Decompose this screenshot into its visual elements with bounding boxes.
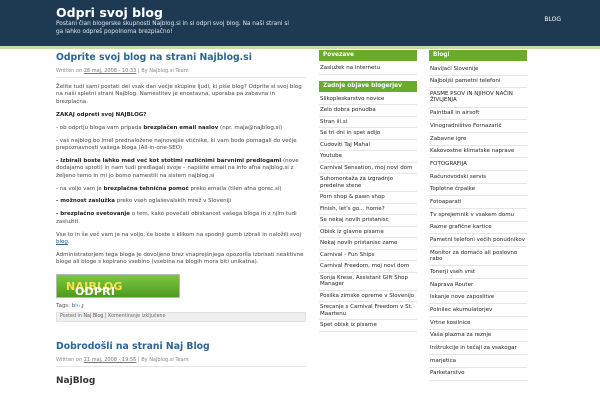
post-heading-zakaj: ZAKAJ odpreti svoj NAJBLOG?	[56, 111, 147, 118]
objave-list: Slikopleskarstvo novice Zelo dobra ponudb…	[319, 94, 417, 332]
blog-list-item[interactable]: Monitor za domačo ali poslovno rabo	[429, 247, 527, 267]
post-1: Odprite svoj blog na strani Najblog.si W…	[56, 52, 306, 322]
recent-post-item[interactable]: Posilka zimske opreme v Slovenijo	[319, 291, 417, 302]
post-date-link[interactable]: 28 maj, 2008 - 10:33	[84, 68, 137, 74]
site-title[interactable]: Odpri svoj blog	[56, 5, 163, 20]
recent-post-item[interactable]: Se nekaj novih pristanisc	[319, 215, 417, 227]
recent-post-item[interactable]: Cudoviti Taj Mahal	[319, 140, 417, 151]
bullet-email: - ob odprtju bloga vam pripada brezplače…	[56, 124, 283, 131]
sidebar-right: Blogi Navijači Slovenije Najboljši pametn…	[429, 50, 527, 381]
blog-list-item[interactable]: Paintball in airsoft	[429, 108, 527, 121]
blog-list-item[interactable]: Inštrukcije in tečaji za vsakogar	[429, 342, 527, 356]
povezave-list: Zaslužek na internetu	[319, 63, 417, 75]
bullet-plugins: - vaš najblog bo imel prednaložene najno…	[56, 137, 297, 151]
widget-zadnje-objave: Zadnje objave blogerjev Slikopleskarstvo…	[319, 80, 417, 332]
post-author: Najblog.si Team	[149, 356, 189, 363]
recent-post-item[interactable]: Suhomontaža za izgradnjo predelne stene	[319, 174, 417, 192]
blog-link[interactable]: blog	[56, 239, 68, 245]
site-header: Odpri svoj blog Postani član blogerske s…	[0, 0, 600, 46]
meta-written-label: Written on	[56, 68, 83, 74]
recent-post-item[interactable]: Carnival Sensation, moj novi dom	[319, 163, 417, 174]
recent-post-item[interactable]: Srecanje s Carnival Freedom v St. Maarte…	[319, 302, 417, 320]
blog-list-item[interactable]: Iskanje nove zaposlitve	[429, 292, 527, 305]
meta-written-label: Written on	[56, 356, 83, 363]
post-date-link[interactable]: 21 maj, 2008 - 19:56	[84, 357, 137, 363]
post-subheading: NajBlog	[56, 375, 96, 386]
footer-separator: |	[105, 314, 107, 320]
sidebar-left: Povezave Zaslužek na internetu Zadnje ob…	[319, 50, 417, 332]
nav-blog-link[interactable]: BLOG	[544, 16, 561, 23]
blog-list-item[interactable]: Razne grafične kartice	[429, 222, 527, 235]
recent-post-item[interactable]: Finish, let's go... home?	[319, 204, 417, 215]
blog-list-item[interactable]: Vaša plazma za reznje	[429, 330, 527, 343]
widget-title-blogi: Blogi	[429, 50, 527, 61]
recent-post-item[interactable]: Zelo dobra ponudba	[319, 105, 417, 117]
banner-text: ODPRI SVOJ NAJBLOG	[66, 279, 123, 311]
blog-list-item[interactable]: Parketarstvo	[429, 368, 527, 381]
post-footer: Posted in Naj Blog | Komentiranje izklju…	[56, 311, 306, 322]
recent-post-item[interactable]: Porn shop & pawn shop	[319, 192, 417, 204]
recent-post-item[interactable]: Carnival - Fun Ships	[319, 250, 417, 261]
post-author: Najblog.si Team	[149, 68, 189, 74]
bullet-themes: - Izbirali boste lahko med več kot stoti…	[56, 157, 299, 179]
meta-by-label: | By	[137, 68, 148, 74]
widget-povezave: Povezave Zaslužek na internetu	[319, 50, 417, 75]
recent-post-item[interactable]: Spet obisk iz pisarne	[319, 320, 417, 332]
blog-list-item[interactable]: Toplotne črpalke	[429, 184, 527, 197]
post-admin-note: Administratorjem tega bloga je dovoljeno…	[56, 252, 304, 266]
blog-list-item[interactable]: Tonerji vseh vrst	[429, 266, 527, 279]
bullet-advice: - brezplačno svetovanje o tem, kako pove…	[56, 211, 297, 225]
blog-list-item[interactable]: Fotoaparati	[429, 196, 527, 210]
tags-label: Tags:	[56, 302, 71, 309]
blog-list-item[interactable]: Naprava Router	[429, 279, 527, 292]
blogi-list: Navijači Slovenije Najboljši pametni tele…	[429, 63, 527, 381]
site-tagline: Postani član blogerske skupnosti Najblog…	[56, 21, 289, 35]
blog-list-item[interactable]: Zabavne igre	[429, 133, 527, 146]
recent-post-item[interactable]: Carnival Freedom, moj novi dom	[319, 261, 417, 273]
post-body: Želite tudi sami postati del vsak dan ve…	[56, 84, 306, 267]
post-title-link[interactable]: Odprite svoj blog na strani Najblog.si	[56, 52, 306, 64]
recent-post-item[interactable]: Sonja Krese, Assistant Gift Shop Manager	[319, 273, 417, 291]
post-meta: Written on 28 maj, 2008 - 10:33 | By Naj…	[56, 68, 306, 78]
recent-post-item[interactable]: Obisk iz glavne pisarne	[319, 227, 417, 238]
blog-list-item[interactable]: Najboljši pametni telefoni	[429, 76, 527, 89]
blog-list-item[interactable]: Vrtne kosilnice	[429, 317, 527, 330]
post-cta-text: Vse to in še več vam je na voljo, če bos…	[56, 231, 301, 246]
meta-by-label: | By	[137, 356, 148, 363]
category-link[interactable]: Naj Blog	[83, 314, 103, 319]
post-2: Dobrodošli na strani Naj Blog Written on…	[56, 341, 306, 386]
recent-post-item[interactable]: Stran iii.si	[319, 117, 417, 128]
open-blog-banner-button[interactable]: ODPRI SVOJ NAJBLOG	[56, 273, 180, 311]
blog-list-item[interactable]: FOTOGRAFIJA	[429, 158, 527, 171]
bullet-support: - na voljo vam je brezplačna tehnična po…	[56, 185, 282, 192]
blog-list-item[interactable]: Tv sprejemnik v vsakem domu	[429, 209, 527, 222]
post-meta: Written on 21 maj, 2008 - 19:56 | By Naj…	[56, 357, 306, 367]
recent-post-item[interactable]: Youtube	[319, 151, 417, 163]
sidebar-link-item[interactable]: Zaslužek na internetu	[319, 63, 417, 75]
recent-post-item[interactable]: Slikopleskarstvo novice	[319, 94, 417, 105]
blog-list-item[interactable]: Računovodski servis	[429, 171, 527, 184]
blog-list-item[interactable]: Pametni telefoni večih ponudnikov	[429, 234, 527, 248]
recent-post-item[interactable]: Se tri dni in spet adijo	[319, 128, 417, 140]
blog-list-item[interactable]: Polnilec akumulatorjev	[429, 304, 527, 318]
recent-post-item[interactable]: Nekaj novih pristanisc zame	[319, 238, 417, 250]
blog-list-item[interactable]: Navijači Slovenije	[429, 63, 527, 76]
blog-list-item[interactable]: PASME PSOV IN NJIHOV NAČIN ŽIVLJENJA	[429, 88, 527, 108]
main-content: Odprite svoj blog na strani Najblog.si W…	[56, 50, 306, 400]
widget-title-povezave: Povezave	[319, 50, 417, 61]
comments-status: Komentiranje izključeno	[108, 314, 166, 320]
blog-list-item[interactable]: Kakovostne klimatske naprave	[429, 146, 527, 159]
header-divider	[0, 46, 600, 49]
post-intro: Želite tudi sami postati del vsak dan ve…	[56, 84, 302, 105]
widget-blogi: Blogi Navijači Slovenije Najboljši pametn…	[429, 50, 527, 381]
blog-list-item[interactable]: marjetica	[429, 355, 527, 368]
blog-list-item[interactable]: Vinogradništvo Fornazarič	[429, 120, 527, 133]
bullet-earning: - možnost zaslužka preko vseh oglaševals…	[56, 198, 232, 205]
widget-title-objave: Zadnje objave blogerjev	[319, 80, 417, 92]
post-title-link[interactable]: Dobrodošli na strani Naj Blog	[56, 341, 306, 353]
footer-posted-label: Posted in	[60, 314, 82, 320]
